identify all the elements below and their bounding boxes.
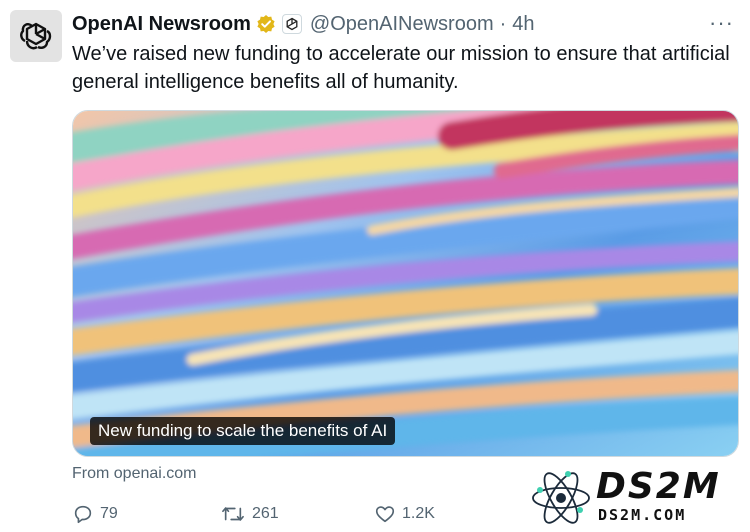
affiliate-badge-icon[interactable] xyxy=(281,14,302,34)
watermark: DS2M DS2M.COM xyxy=(528,466,750,530)
atom-logo-icon xyxy=(532,471,590,524)
more-icon[interactable]: ··· xyxy=(709,10,734,36)
separator: · xyxy=(499,12,507,35)
timestamp[interactable]: 4h xyxy=(512,13,534,36)
verified-badge-icon[interactable] xyxy=(256,14,276,34)
watermark-text: DS2M xyxy=(596,466,721,507)
repost-button[interactable]: 261 xyxy=(220,500,279,528)
like-count: 1.2K xyxy=(402,505,435,522)
reply-count: 79 xyxy=(100,505,118,522)
card-caption: New funding to scale the benefits of AI xyxy=(90,417,396,445)
avatar[interactable] xyxy=(10,10,62,62)
repost-count: 261 xyxy=(252,505,279,522)
watermark-url: DS2M.COM xyxy=(598,506,687,524)
like-icon xyxy=(375,506,395,523)
reply-icon xyxy=(74,505,92,524)
like-button[interactable]: 1.2K xyxy=(374,500,435,528)
tweet-text: We’ve raised new funding to accelerate o… xyxy=(72,43,730,93)
repost-icon xyxy=(222,507,244,521)
card-source-link[interactable]: From openai.com xyxy=(72,465,197,483)
reply-button[interactable]: 79 xyxy=(72,500,118,528)
card-image xyxy=(73,111,738,456)
link-card[interactable]: New funding to scale the benefits of AI xyxy=(72,110,739,457)
openai-logo-icon xyxy=(20,22,52,50)
author-handle[interactable]: @OpenAINewsroom xyxy=(310,13,494,36)
tweet-header: OpenAI Newsroom @OpenAINewsroom · 4h ··· xyxy=(72,10,734,38)
author-name[interactable]: OpenAI Newsroom xyxy=(72,13,251,36)
